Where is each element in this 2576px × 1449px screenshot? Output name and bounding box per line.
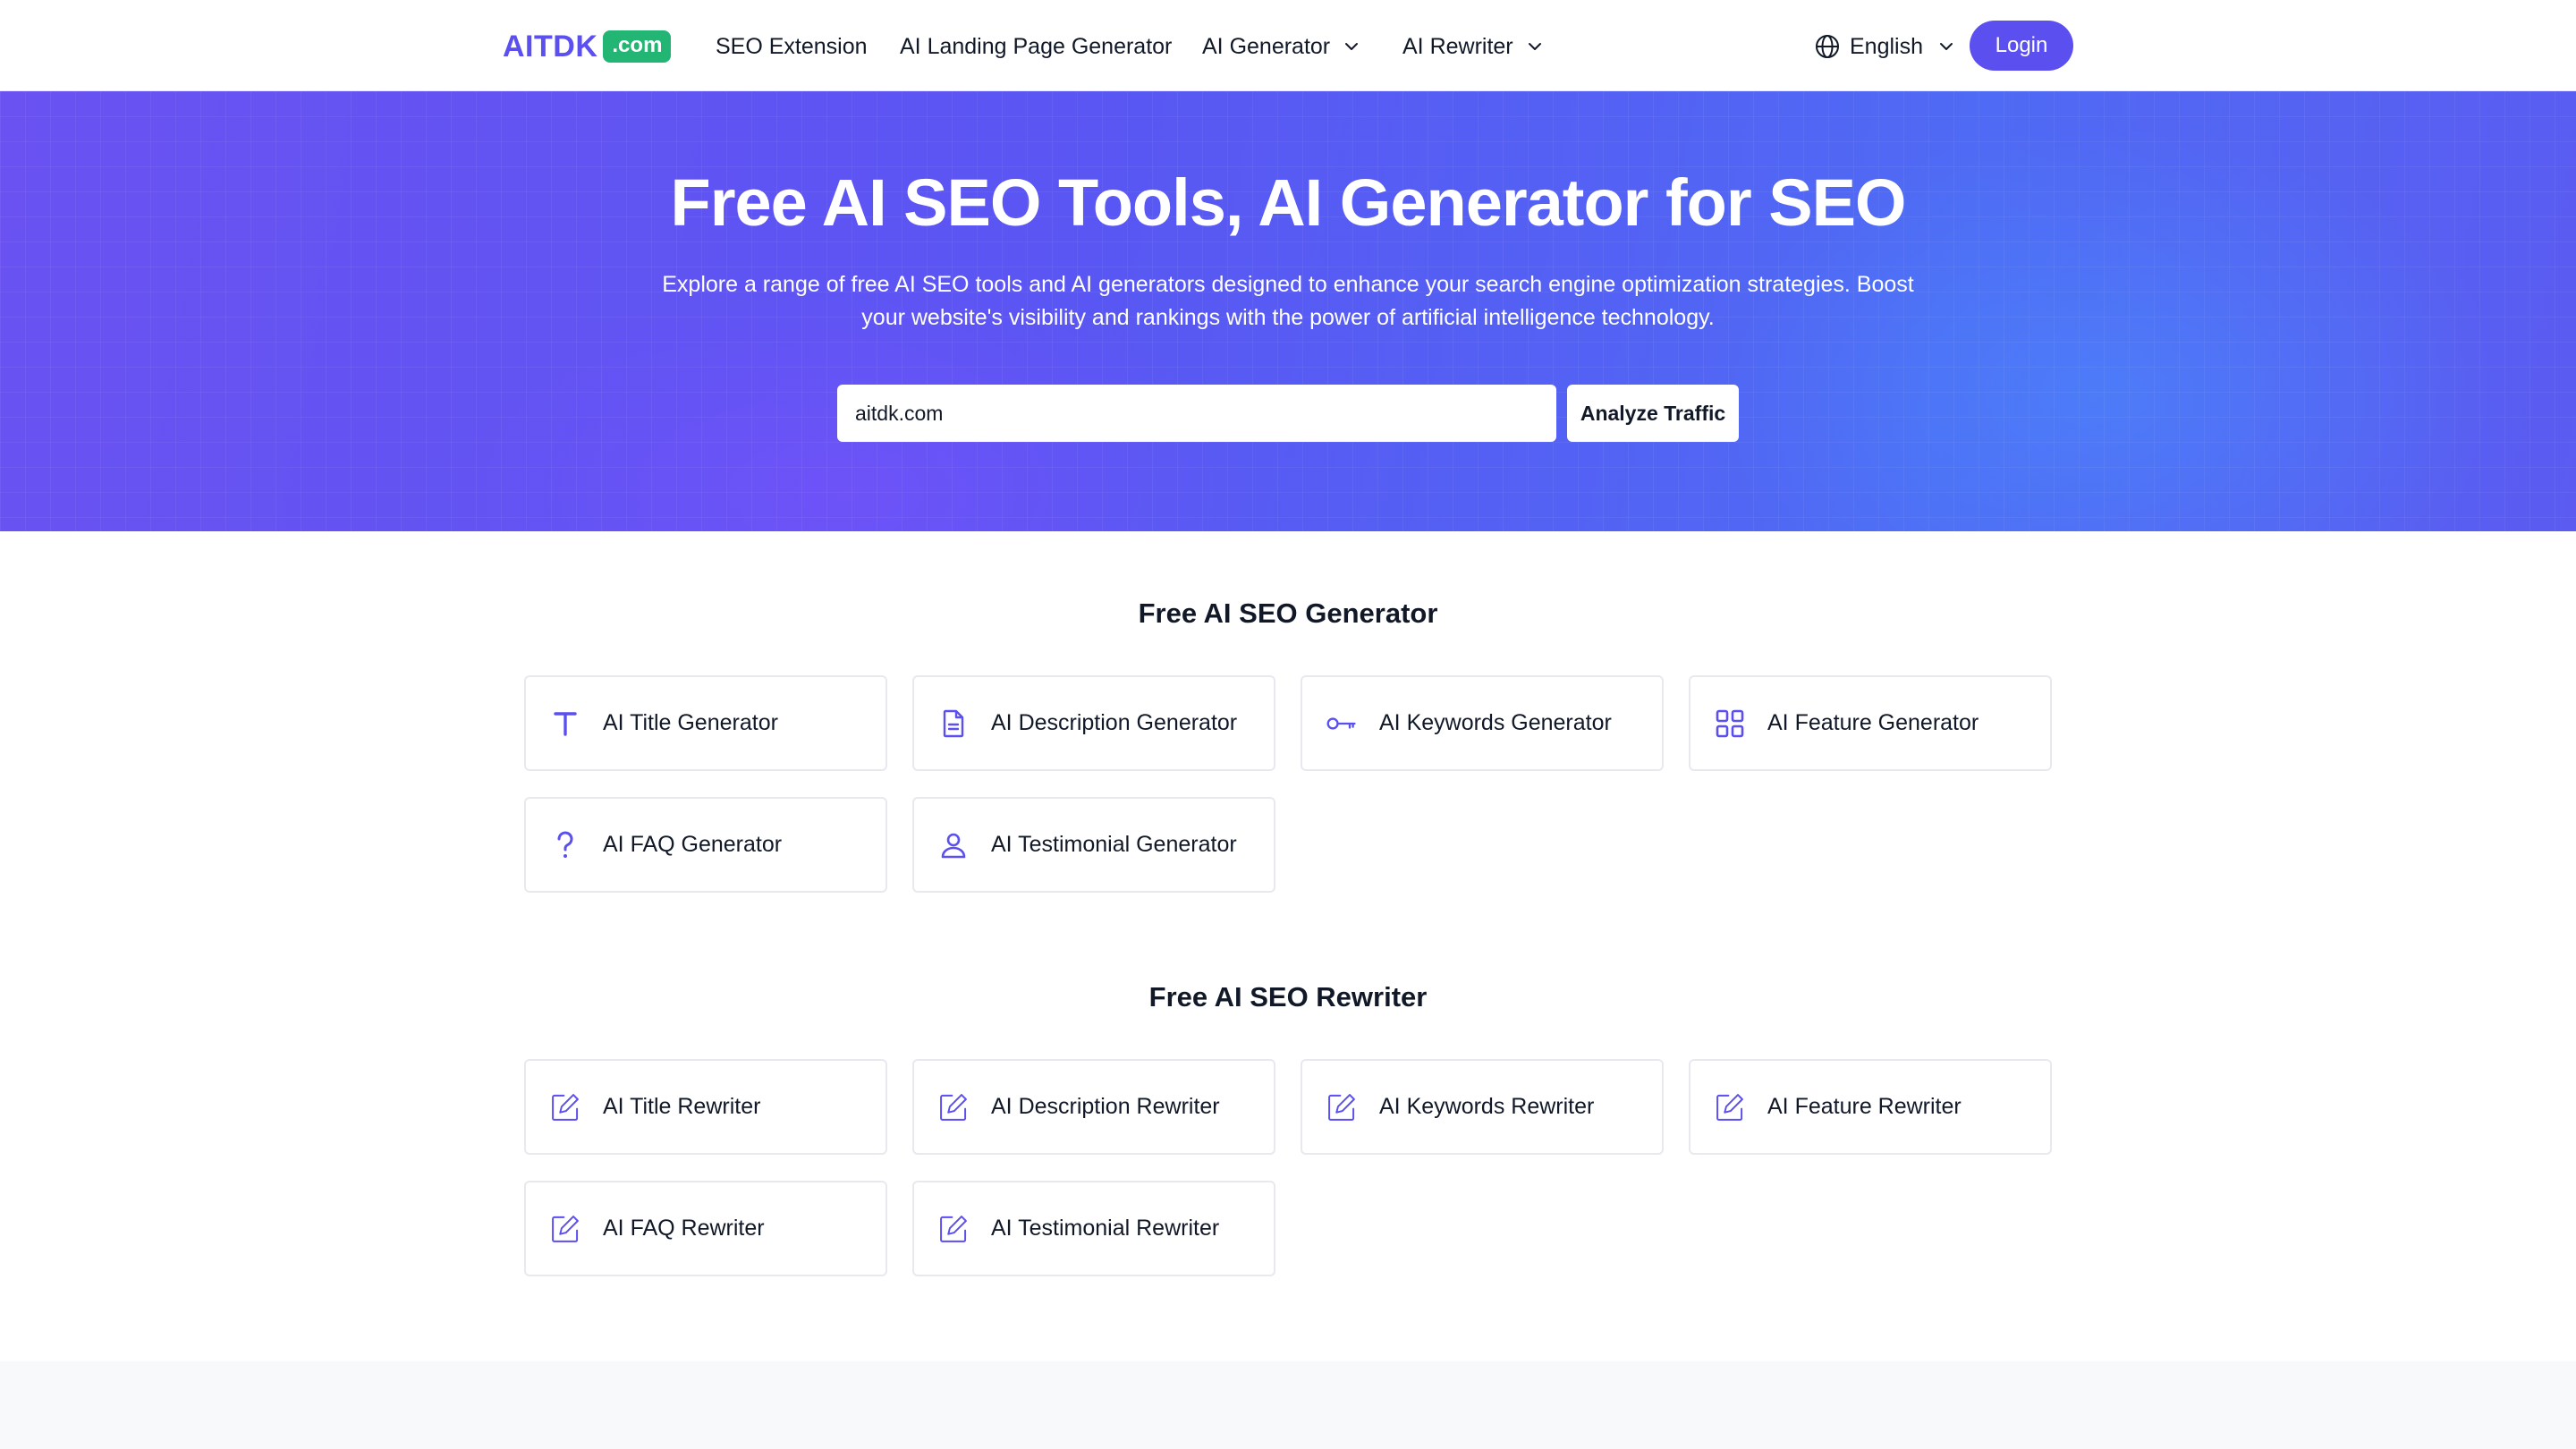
card-ai-feature-generator[interactable]: AI Feature Generator [1689, 675, 2052, 771]
logo-text: AITDK [503, 29, 598, 64]
card-label: AI Title Rewriter [603, 1094, 761, 1119]
nav-label: AI Generator [1202, 33, 1331, 59]
generator-section-title: Free AI SEO Generator [1138, 597, 1438, 629]
card-ai-faq-rewriter[interactable]: AI FAQ Rewriter [524, 1181, 887, 1276]
card-label: AI Feature Rewriter [1767, 1094, 1962, 1119]
domain-search-input[interactable] [837, 385, 1556, 442]
card-ai-testimonial-rewriter[interactable]: AI Testimonial Rewriter [912, 1181, 1275, 1276]
card-label: AI FAQ Generator [603, 832, 783, 857]
edit-icon [937, 1091, 970, 1123]
site-header: AITDK .com SEO Extension AI Landing Page… [0, 0, 2576, 91]
edit-icon [1326, 1091, 1358, 1123]
card-ai-testimonial-generator[interactable]: AI Testimonial Generator [912, 797, 1275, 893]
edit-icon [937, 1213, 970, 1245]
edit-icon [549, 1091, 581, 1123]
rewriter-section-title: Free AI SEO Rewriter [1148, 981, 1428, 1013]
footer-band [0, 1361, 2576, 1449]
card-label: AI Testimonial Rewriter [991, 1216, 1220, 1241]
question-icon [549, 829, 581, 861]
nav-ai-rewriter[interactable]: AI Rewriter [1402, 27, 1544, 66]
card-ai-keywords-generator[interactable]: AI Keywords Generator [1301, 675, 1664, 771]
hero-banner: Free AI SEO Tools, AI Generator for SEO … [0, 91, 2576, 531]
card-label: AI Title Generator [603, 710, 778, 735]
card-label: AI Keywords Rewriter [1379, 1094, 1595, 1119]
card-ai-title-rewriter[interactable]: AI Title Rewriter [524, 1059, 887, 1155]
edit-icon [549, 1213, 581, 1245]
page-title: Free AI SEO Tools, AI Generator for SEO [670, 165, 1907, 240]
nav-label: AI Rewriter [1402, 33, 1513, 59]
chevron-down-icon [1528, 43, 1541, 50]
card-label: AI Description Rewriter [991, 1094, 1220, 1119]
text-t-icon [549, 708, 581, 740]
key-icon [1326, 708, 1358, 740]
grid-icon [1714, 708, 1746, 740]
card-label: AI FAQ Rewriter [603, 1216, 765, 1241]
card-ai-keywords-rewriter[interactable]: AI Keywords Rewriter [1301, 1059, 1664, 1155]
chevron-down-icon [1940, 43, 1953, 50]
user-icon [937, 829, 970, 861]
logo-badge: .com [603, 30, 672, 63]
globe-icon [1816, 35, 1839, 58]
edit-icon [1714, 1091, 1746, 1123]
nav-ai-landing-page-generator[interactable]: AI Landing Page Generator [900, 27, 1172, 66]
language-label: English [1850, 33, 1923, 59]
logo[interactable]: AITDK .com [503, 27, 672, 66]
nav-label: SEO Extension [716, 33, 868, 59]
card-ai-description-generator[interactable]: AI Description Generator [912, 675, 1275, 771]
card-label: AI Feature Generator [1767, 710, 1979, 735]
language-selector[interactable]: English [1814, 27, 1955, 66]
card-ai-description-rewriter[interactable]: AI Description Rewriter [912, 1059, 1275, 1155]
card-ai-faq-generator[interactable]: AI FAQ Generator [524, 797, 887, 893]
nav-seo-extension[interactable]: SEO Extension [716, 27, 868, 66]
nav-ai-generator[interactable]: AI Generator [1202, 27, 1360, 66]
login-button[interactable]: Login [1970, 21, 2073, 71]
card-label: AI Testimonial Generator [991, 832, 1237, 857]
card-label: AI Description Generator [991, 710, 1238, 735]
card-ai-feature-rewriter[interactable]: AI Feature Rewriter [1689, 1059, 2052, 1155]
document-icon [937, 708, 970, 740]
nav-label: AI Landing Page Generator [900, 33, 1173, 59]
analyze-traffic-button[interactable]: Analyze Traffic [1567, 385, 1739, 442]
hero-subtitle: Explore a range of free AI SEO tools and… [662, 272, 1914, 330]
chevron-down-icon [1345, 43, 1359, 50]
card-label: AI Keywords Generator [1379, 710, 1612, 735]
card-ai-title-generator[interactable]: AI Title Generator [524, 675, 887, 771]
